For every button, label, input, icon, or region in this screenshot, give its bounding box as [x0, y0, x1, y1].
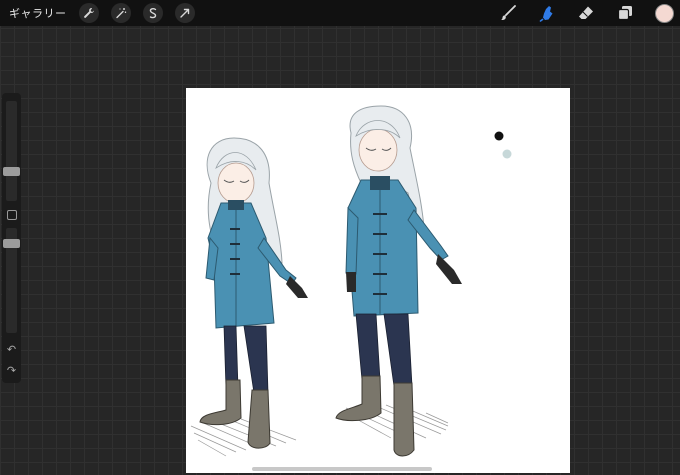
transform-button[interactable]	[174, 3, 195, 23]
color-picker-button[interactable]	[655, 3, 674, 23]
character-artwork	[190, 105, 512, 457]
smudge-icon	[539, 6, 553, 22]
brush-size-slider[interactable]	[3, 167, 20, 176]
left-sidebar: ↶ ↷	[2, 93, 21, 383]
transform-arrow-icon	[179, 8, 189, 18]
character-right	[335, 105, 462, 457]
smudge-tool-button[interactable]	[536, 2, 558, 24]
redo-button[interactable]: ↷	[6, 365, 17, 376]
eraser-tool-button[interactable]	[575, 2, 597, 24]
opacity-slider[interactable]	[3, 239, 20, 248]
actions-button[interactable]	[78, 3, 99, 23]
top-toolbar: ギャラリー	[0, 0, 680, 26]
layers-icon	[617, 6, 632, 21]
selection-button[interactable]	[142, 3, 163, 23]
brush-icon	[501, 5, 516, 20]
layers-button[interactable]	[614, 2, 636, 24]
adjustments-button[interactable]	[110, 3, 131, 23]
brush-size-track[interactable]	[6, 101, 17, 201]
home-indicator	[252, 467, 432, 471]
selection-icon	[149, 8, 156, 19]
drawing-canvas[interactable]	[186, 88, 570, 473]
palette-swatch-light	[502, 149, 512, 159]
wrench-icon	[83, 8, 94, 18]
brush-tool-button[interactable]	[497, 2, 519, 24]
undo-button[interactable]: ↶	[6, 344, 17, 355]
right-toolset	[480, 2, 674, 24]
modify-button[interactable]	[7, 210, 17, 220]
eraser-icon	[579, 6, 593, 19]
character-left	[199, 137, 308, 449]
gallery-button[interactable]: ギャラリー	[9, 5, 67, 21]
palette-swatch-black	[494, 131, 504, 141]
magic-wand-icon	[115, 8, 126, 19]
